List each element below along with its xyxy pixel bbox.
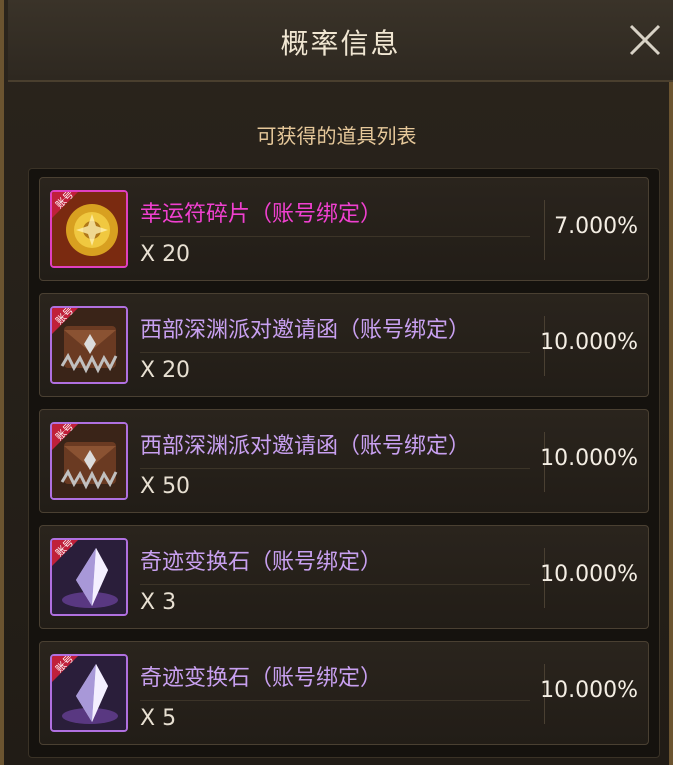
item-quantity: X 3	[140, 590, 177, 615]
item-quantity: X 5	[140, 706, 177, 731]
item-name: 西部深渊派对邀请函（账号绑定）	[140, 318, 471, 343]
item-probability: 10.000%	[540, 562, 638, 587]
miracle-transform-stone-icon: 账号	[50, 654, 128, 732]
list-item: 账号 西部深渊派对邀请函（账号绑定） X 50 10.000%	[39, 409, 649, 513]
list-item: 账号 奇迹变换石（账号绑定） X 3 10.000%	[39, 525, 649, 629]
dialog-title: 概率信息	[280, 27, 401, 60]
miracle-transform-stone-icon: 账号	[50, 538, 128, 616]
close-button[interactable]	[627, 22, 663, 58]
item-name: 奇迹变换石（账号绑定）	[140, 666, 383, 691]
item-name: 幸运符碎片（账号绑定）	[140, 202, 383, 227]
item-probability: 10.000%	[540, 330, 638, 355]
divider	[140, 700, 530, 701]
divider	[544, 200, 545, 260]
lucky-charm-fragment-icon: 账号	[50, 190, 128, 268]
item-quantity: X 20	[140, 242, 191, 267]
list-item: 账号 奇迹变换石（账号绑定） X 5 10.000%	[39, 641, 649, 745]
divider	[140, 236, 530, 237]
item-quantity: X 20	[140, 358, 191, 383]
item-name: 西部深渊派对邀请函（账号绑定）	[140, 434, 471, 459]
abyss-party-invitation-icon: 账号	[50, 422, 128, 500]
item-probability: 10.000%	[540, 678, 638, 703]
item-list[interactable]: 账号 幸运符碎片（账号绑定） X 20 7.000% 账号 西部深渊派对邀请函（…	[28, 168, 660, 758]
item-name: 奇迹变换石（账号绑定）	[140, 550, 383, 575]
close-icon	[629, 24, 661, 56]
divider	[140, 468, 530, 469]
divider	[140, 352, 530, 353]
dialog-titlebar: 概率信息	[8, 0, 673, 82]
list-item: 账号 幸运符碎片（账号绑定） X 20 7.000%	[39, 177, 649, 281]
item-probability: 7.000%	[554, 214, 638, 239]
list-item: 账号 西部深渊派对邀请函（账号绑定） X 20 10.000%	[39, 293, 649, 397]
item-list-heading: 可获得的道具列表	[256, 124, 417, 148]
abyss-party-invitation-icon: 账号	[50, 306, 128, 384]
item-quantity: X 50	[140, 474, 191, 499]
divider	[140, 584, 530, 585]
probability-info-dialog: 概率信息 可获得的道具列表 账号 幸运符碎片（账号绑定） X 20 7.000%…	[0, 0, 673, 765]
item-probability: 10.000%	[540, 446, 638, 471]
